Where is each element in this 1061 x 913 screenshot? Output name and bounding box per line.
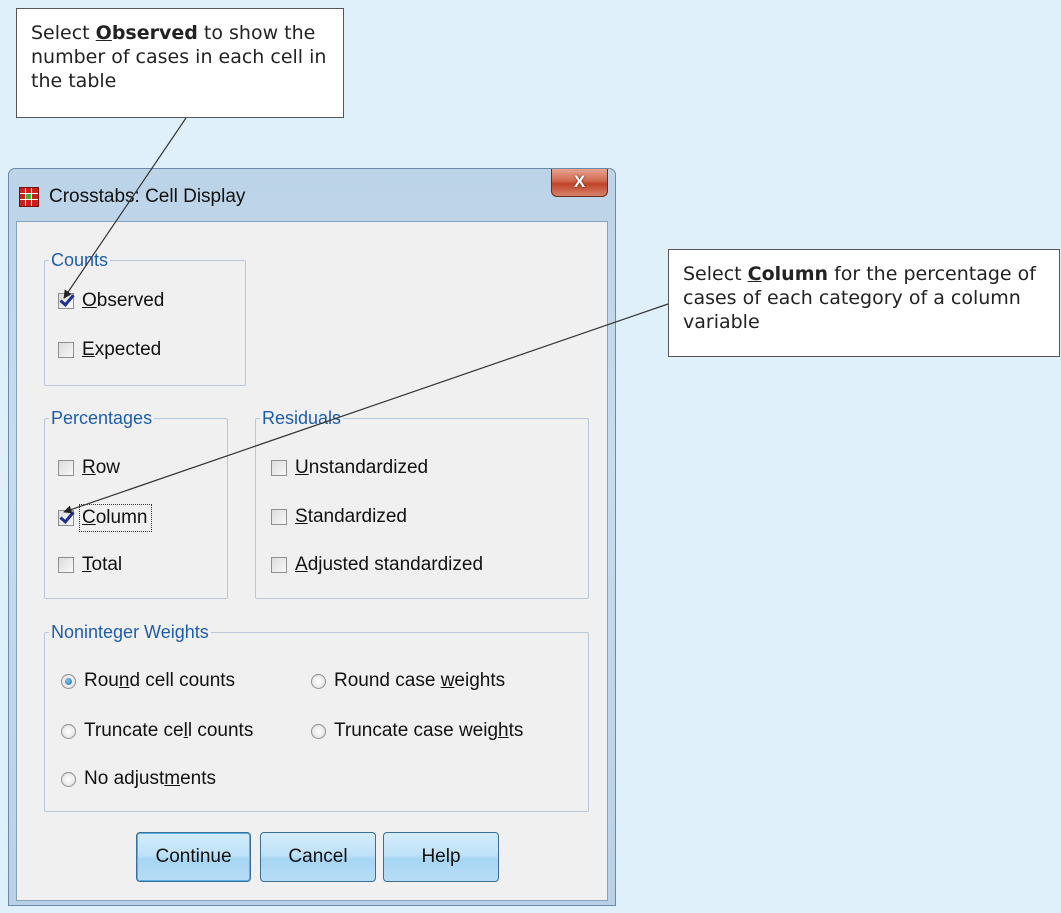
- observed-check-icon[interactable]: [58, 293, 74, 309]
- noninteger-weights-legend: Noninteger Weights: [51, 622, 209, 642]
- unstandardized-check-icon[interactable]: [271, 460, 287, 476]
- residuals-legend: Residuals: [262, 408, 342, 428]
- callout-observed-keyword-rest: bserved: [111, 22, 198, 44]
- total-label: Total: [82, 554, 123, 575]
- percentages-legend: Percentages: [51, 408, 153, 428]
- callout-column: Select Column for the percentage of case…: [668, 249, 1060, 357]
- truncate-case-weights-radio[interactable]: Truncate case weights: [311, 720, 523, 742]
- expected-label: Expected: [82, 339, 162, 360]
- round-case-weights-label: Round case weights: [334, 670, 506, 691]
- round-case-weights-radio-icon[interactable]: [311, 673, 326, 689]
- callout-observed-keyword-first: O: [95, 22, 112, 44]
- adjusted-standardized-label: Adjusted standardized: [295, 554, 484, 575]
- unstandardized-checkbox[interactable]: Unstandardized: [271, 457, 428, 479]
- round-case-weights-radio[interactable]: Round case weights: [311, 670, 505, 692]
- truncate-cell-counts-radio-icon[interactable]: [61, 723, 76, 739]
- total-checkbox[interactable]: Total: [58, 554, 122, 576]
- cancel-button[interactable]: Cancel: [260, 832, 376, 882]
- standardized-checkbox[interactable]: Standardized: [271, 506, 407, 528]
- callout-column-keyword-first: C: [747, 263, 762, 285]
- no-adjustments-radio[interactable]: No adjustments: [61, 768, 216, 790]
- help-button[interactable]: Help: [383, 832, 499, 882]
- crosstabs-cell-display-dialog: Crosstabs: Cell Display X Counts Observe…: [8, 168, 616, 906]
- close-icon: X: [573, 172, 586, 191]
- counts-legend: Counts: [51, 250, 109, 270]
- column-label: Column: [79, 504, 153, 532]
- callout-observed-prefix: Select: [31, 22, 96, 44]
- total-check-icon[interactable]: [58, 557, 74, 573]
- truncate-case-weights-label: Truncate case weights: [334, 720, 524, 741]
- continue-button[interactable]: Continue: [136, 832, 251, 882]
- observed-label: Observed: [82, 290, 165, 311]
- truncate-cell-counts-radio[interactable]: Truncate cell counts: [61, 720, 253, 742]
- adjusted-standardized-checkbox[interactable]: Adjusted standardized: [271, 554, 483, 576]
- observed-checkbox[interactable]: Observed: [58, 290, 164, 312]
- column-checkbox[interactable]: Column: [58, 504, 153, 532]
- expected-check-icon[interactable]: [58, 342, 74, 358]
- dialog-content: Counts Observed Expected Percentages Row…: [16, 221, 608, 901]
- close-button[interactable]: X: [551, 169, 608, 197]
- callout-column-keyword-rest: olumn: [761, 263, 829, 285]
- counts-group: Counts: [44, 250, 246, 386]
- standardized-check-icon[interactable]: [271, 509, 287, 525]
- column-check-icon[interactable]: [58, 510, 74, 526]
- callout-observed-keyword: Observed: [96, 22, 198, 44]
- expected-checkbox[interactable]: Expected: [58, 339, 161, 361]
- callout-observed: Select Observed to show the number of ca…: [16, 8, 344, 118]
- truncate-cell-counts-label: Truncate cell counts: [84, 720, 254, 741]
- row-checkbox[interactable]: Row: [58, 457, 120, 479]
- title-bar[interactable]: Crosstabs: Cell Display X: [9, 169, 615, 221]
- round-cell-counts-radio-icon[interactable]: [61, 673, 76, 689]
- unstandardized-label: Unstandardized: [295, 457, 429, 478]
- callout-column-keyword: Column: [748, 263, 828, 285]
- truncate-case-weights-radio-icon[interactable]: [311, 723, 326, 739]
- spss-app-icon: [19, 187, 39, 207]
- row-label: Row: [82, 457, 121, 478]
- callout-column-prefix: Select: [683, 263, 748, 285]
- window-title: Crosstabs: Cell Display: [49, 186, 246, 207]
- no-adjustments-label: No adjustments: [84, 768, 217, 789]
- round-cell-counts-label: Round cell counts: [84, 670, 236, 691]
- no-adjustments-radio-icon[interactable]: [61, 771, 76, 787]
- standardized-label: Standardized: [295, 506, 407, 527]
- adjusted-standardized-check-icon[interactable]: [271, 557, 287, 573]
- row-check-icon[interactable]: [58, 460, 74, 476]
- round-cell-counts-radio[interactable]: Round cell counts: [61, 670, 235, 692]
